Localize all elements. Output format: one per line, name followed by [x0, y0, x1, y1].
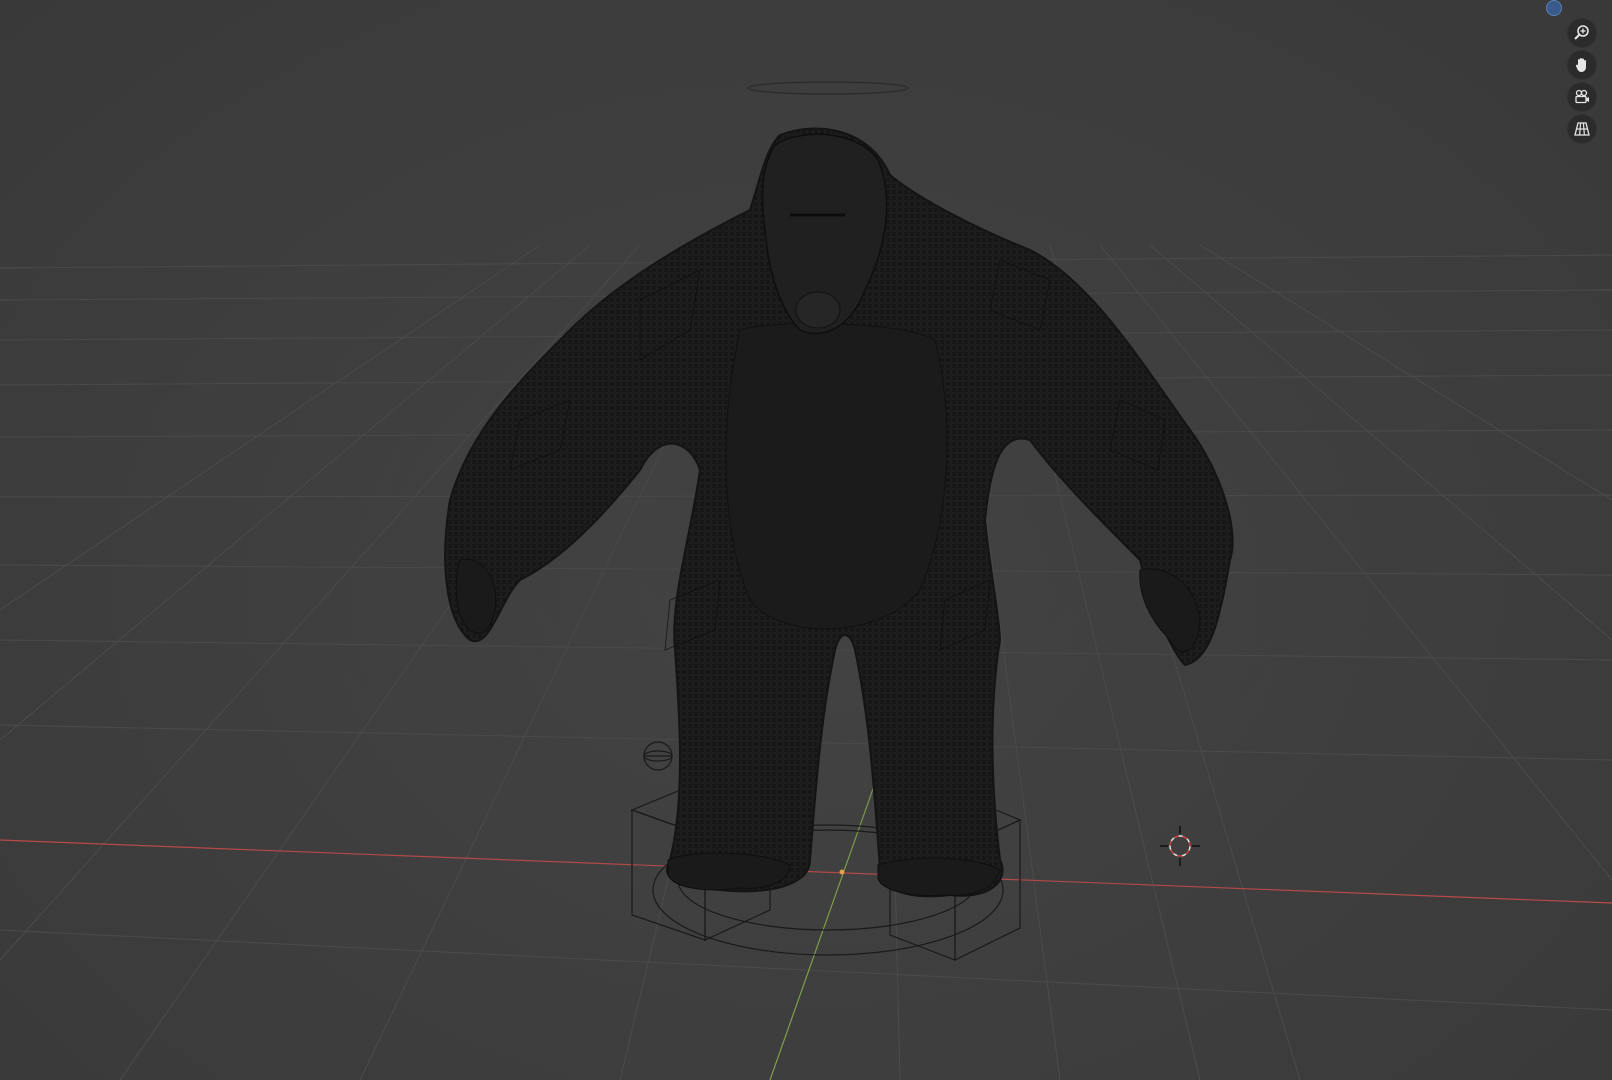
camera-view-icon: [1575, 89, 1589, 104]
scene-canvas[interactable]: [0, 0, 1612, 1080]
zoom-button[interactable]: [1568, 19, 1596, 47]
zoom-icon: [1574, 25, 1589, 40]
navigation-gizmo-dot[interactable]: [1546, 0, 1562, 16]
3d-viewport[interactable]: [0, 0, 1612, 1080]
camera-view-button[interactable]: [1568, 83, 1596, 111]
origin-point: [839, 869, 845, 875]
ortho-toggle-button[interactable]: [1568, 115, 1596, 143]
pan-button[interactable]: [1568, 51, 1596, 79]
pan-hand-icon: [1575, 58, 1586, 72]
ortho-grid-icon: [1574, 122, 1590, 136]
